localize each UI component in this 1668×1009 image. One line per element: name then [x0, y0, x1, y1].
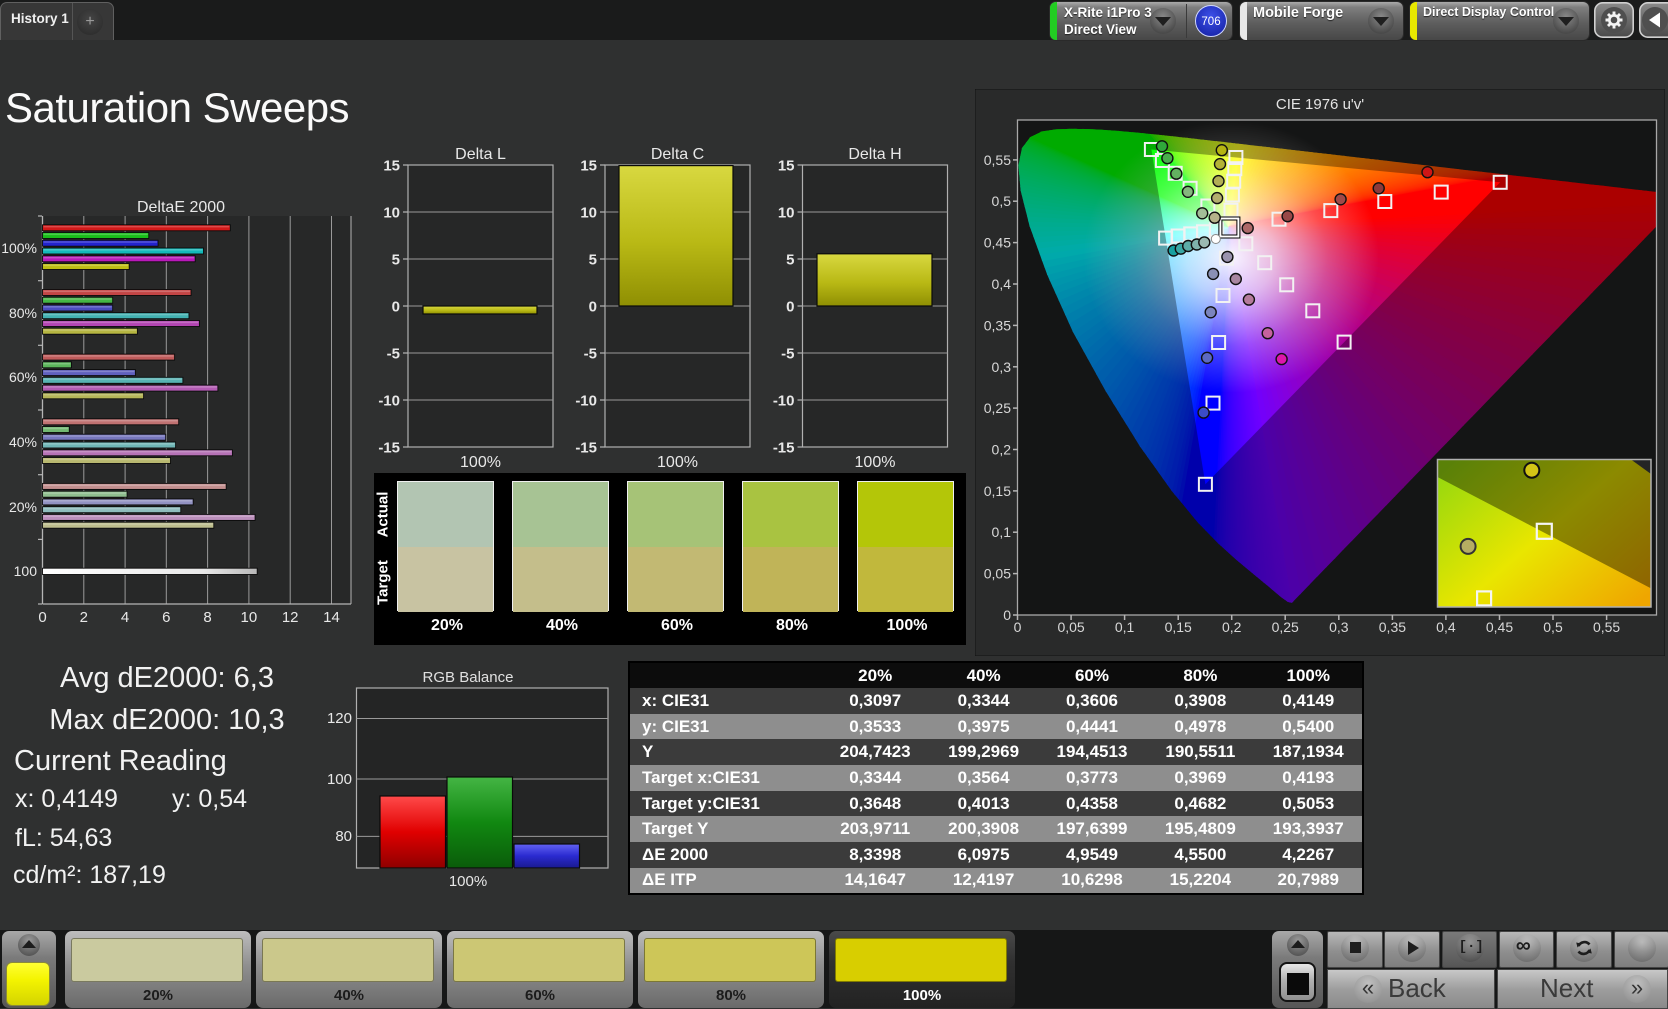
- svg-text:2: 2: [80, 609, 88, 626]
- svg-text:0: 0: [1014, 619, 1022, 635]
- svg-text:-15: -15: [575, 440, 597, 457]
- svg-text:100%: 100%: [460, 454, 501, 471]
- svg-text:5: 5: [786, 252, 794, 269]
- svg-text:-10: -10: [575, 393, 597, 410]
- svg-text:0,2: 0,2: [992, 442, 1012, 458]
- svg-text:15: 15: [580, 158, 597, 175]
- svg-text:DeltaE 2000: DeltaE 2000: [137, 199, 225, 216]
- svg-text:0,5: 0,5: [1543, 619, 1563, 635]
- svg-text:RGB Balance: RGB Balance: [423, 669, 514, 686]
- svg-text:120: 120: [327, 710, 352, 727]
- svg-text:4: 4: [121, 609, 129, 626]
- svg-text:0,2: 0,2: [1222, 619, 1242, 635]
- svg-text:0: 0: [786, 299, 794, 316]
- svg-text:-15: -15: [773, 440, 795, 457]
- svg-text:CIE 1976 u'v': CIE 1976 u'v': [1276, 96, 1364, 113]
- svg-text:0,1: 0,1: [1115, 619, 1135, 635]
- svg-text:60%: 60%: [9, 369, 37, 385]
- svg-text:5: 5: [392, 252, 400, 269]
- svg-text:0,1: 0,1: [992, 524, 1012, 540]
- svg-text:0,05: 0,05: [1057, 619, 1084, 635]
- svg-text:6: 6: [162, 609, 170, 626]
- svg-text:0,35: 0,35: [984, 317, 1011, 333]
- svg-text:15: 15: [778, 158, 795, 175]
- svg-text:100%: 100%: [1, 240, 37, 256]
- svg-text:0: 0: [392, 299, 400, 316]
- svg-text:0,15: 0,15: [984, 483, 1011, 499]
- svg-text:Delta C: Delta C: [651, 146, 704, 163]
- svg-text:0: 0: [589, 299, 597, 316]
- svg-text:80: 80: [335, 828, 352, 845]
- svg-text:10: 10: [580, 205, 597, 222]
- svg-text:100%: 100%: [855, 454, 896, 471]
- svg-text:0,05: 0,05: [984, 566, 1011, 582]
- svg-text:-5: -5: [387, 346, 400, 363]
- svg-text:10: 10: [778, 205, 795, 222]
- svg-text:10: 10: [383, 205, 400, 222]
- svg-text:0,25: 0,25: [984, 400, 1011, 416]
- svg-text:0,55: 0,55: [984, 152, 1011, 168]
- svg-text:-10: -10: [773, 393, 795, 410]
- svg-text:0,25: 0,25: [1272, 619, 1299, 635]
- svg-text:0,45: 0,45: [984, 235, 1011, 251]
- svg-text:14: 14: [323, 609, 340, 626]
- svg-text:0,45: 0,45: [1486, 619, 1513, 635]
- svg-text:8: 8: [203, 609, 211, 626]
- svg-text:10: 10: [241, 609, 258, 626]
- svg-text:40%: 40%: [9, 434, 37, 450]
- svg-text:0,55: 0,55: [1593, 619, 1620, 635]
- svg-text:0,4: 0,4: [992, 276, 1012, 292]
- svg-text:0,5: 0,5: [992, 193, 1012, 209]
- svg-text:Delta L: Delta L: [455, 146, 506, 163]
- svg-text:Delta H: Delta H: [848, 146, 901, 163]
- svg-text:0: 0: [38, 609, 46, 626]
- svg-text:-15: -15: [378, 440, 400, 457]
- svg-text:0,15: 0,15: [1165, 619, 1192, 635]
- svg-text:0,3: 0,3: [992, 359, 1012, 375]
- svg-text:0: 0: [1003, 607, 1011, 623]
- svg-text:80%: 80%: [9, 305, 37, 321]
- svg-text:5: 5: [589, 252, 597, 269]
- svg-text:12: 12: [282, 609, 299, 626]
- svg-text:-5: -5: [781, 346, 794, 363]
- svg-text:100: 100: [327, 771, 352, 788]
- svg-text:-5: -5: [584, 346, 597, 363]
- svg-text:100: 100: [14, 563, 38, 579]
- svg-text:0,35: 0,35: [1379, 619, 1406, 635]
- svg-text:15: 15: [383, 158, 400, 175]
- svg-text:-10: -10: [378, 393, 400, 410]
- svg-text:0,4: 0,4: [1436, 619, 1456, 635]
- svg-text:0,3: 0,3: [1329, 619, 1349, 635]
- svg-text:20%: 20%: [9, 499, 37, 515]
- svg-text:100%: 100%: [657, 454, 698, 471]
- svg-text:100%: 100%: [449, 873, 487, 890]
